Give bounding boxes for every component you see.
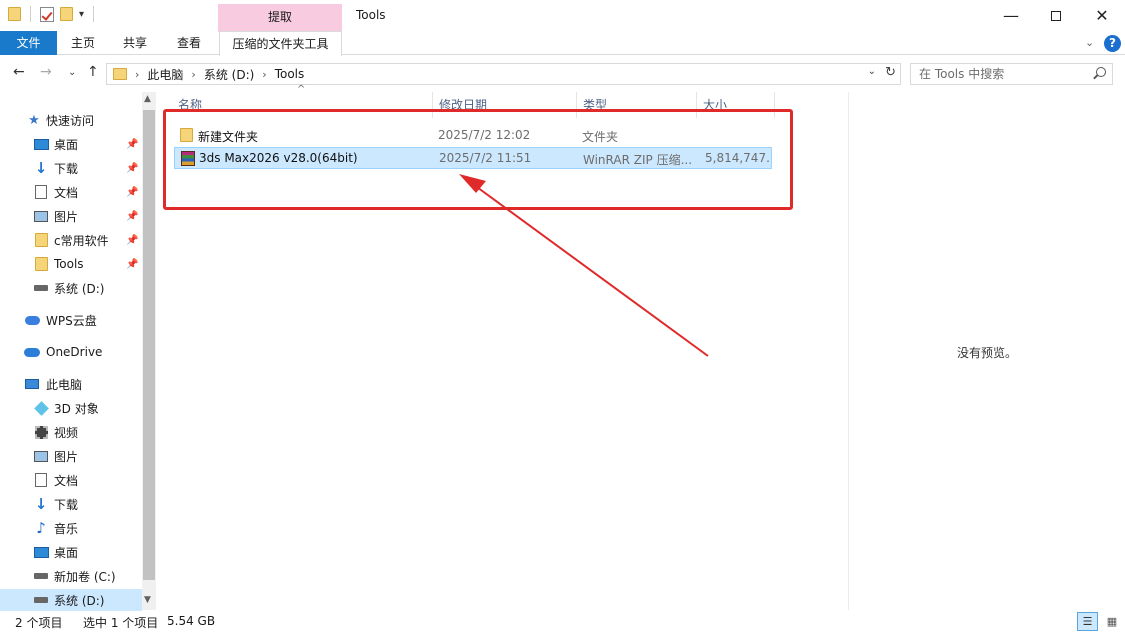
- status-item-count: 2 个项目: [15, 616, 63, 630]
- large-icons-view-icon[interactable]: ▦: [1102, 612, 1122, 631]
- status-size: 5.54 GB: [167, 614, 216, 628]
- preview-message: 没有预览。: [957, 346, 1018, 360]
- preview-pane: 没有预览。: [849, 92, 1125, 610]
- details-view-icon[interactable]: ☰: [1077, 612, 1098, 631]
- status-selected: 选中 1 个项目: [83, 616, 159, 630]
- arrow-shaft: [469, 181, 709, 357]
- status-bar: 2 个项目 选中 1 个项目 5.54 GB ☰ ▦: [0, 610, 1125, 634]
